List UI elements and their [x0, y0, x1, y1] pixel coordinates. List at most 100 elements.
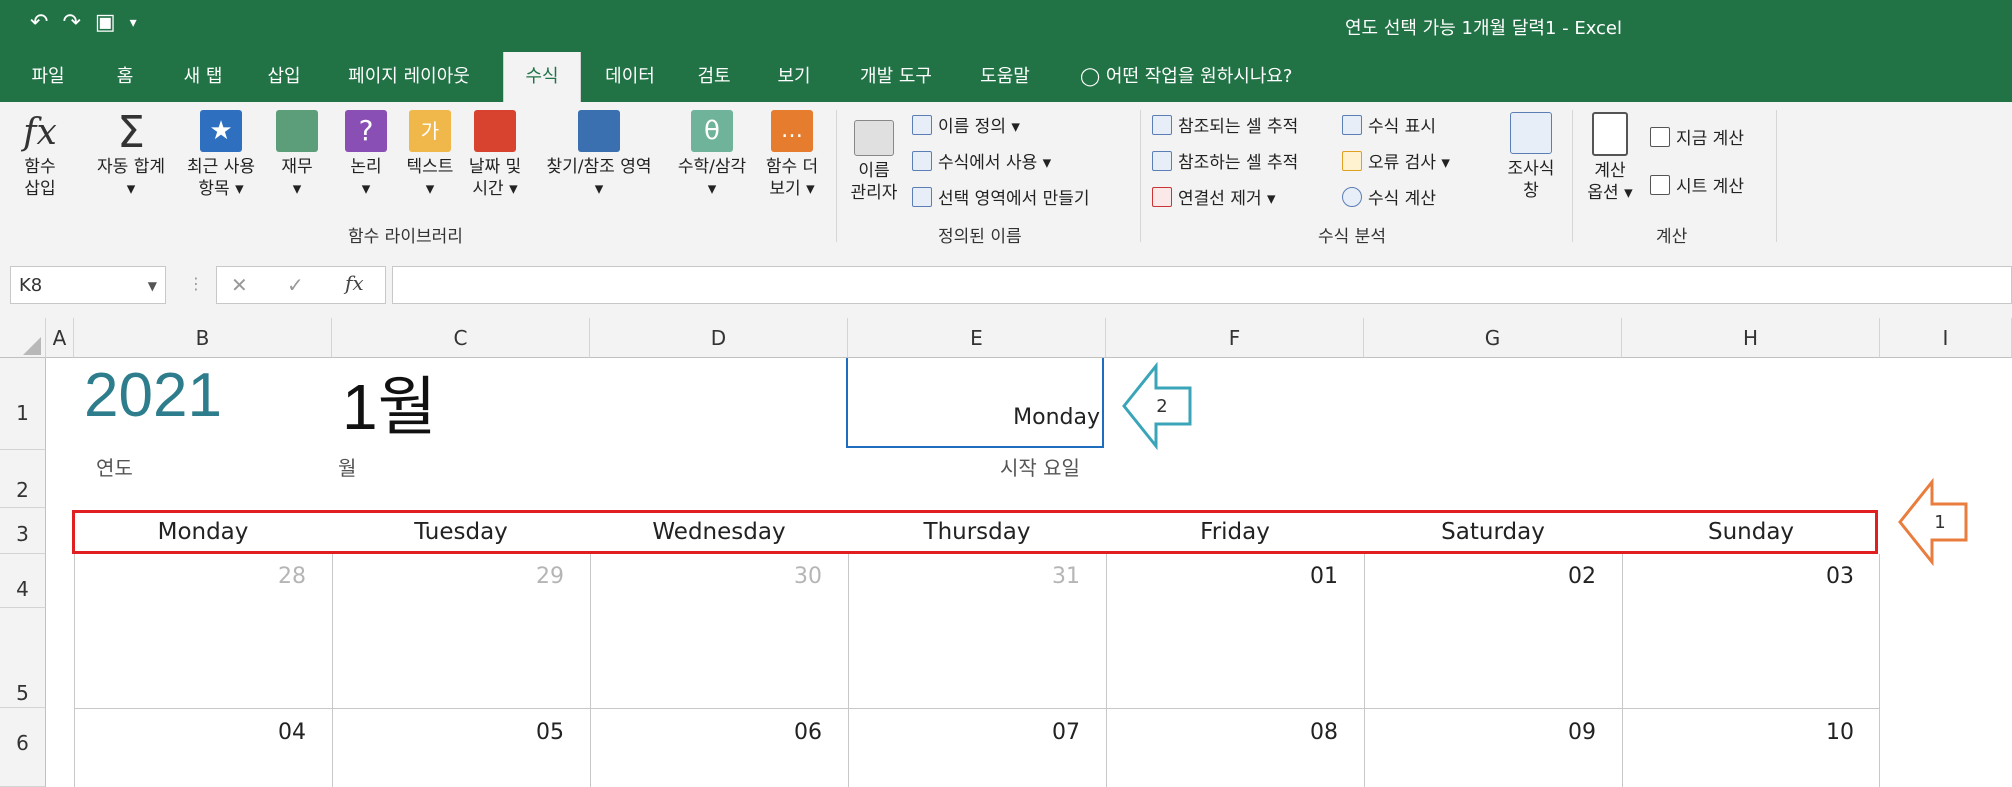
date-cell[interactable]: 09 — [1364, 720, 1596, 745]
tab-page-layout[interactable]: 페이지 레이아웃 — [334, 52, 484, 102]
weekday-thursday[interactable]: Thursday — [848, 510, 1106, 554]
date-cell[interactable]: 01 — [1106, 564, 1338, 589]
create-from-selection-button[interactable]: 선택 영역에서 만들기 — [912, 184, 1090, 209]
date-cell-prev[interactable]: 28 — [74, 564, 306, 589]
use-in-formula-button[interactable]: 수식에서 사용 ▾ — [912, 148, 1051, 173]
tell-me-search[interactable]: ◯ 어떤 작업을 원하시나요? — [1080, 52, 1350, 102]
calculation-options-button[interactable]: 계산 옵션 ▾ — [1580, 112, 1640, 204]
weekday-saturday[interactable]: Saturday — [1364, 510, 1622, 554]
select-all-triangle-icon — [23, 337, 41, 355]
tab-insert[interactable]: 삽입 — [254, 52, 314, 102]
customize-qat-icon[interactable]: ▾ — [130, 15, 137, 31]
trace-precedents-button[interactable]: 참조되는 셀 추적 — [1152, 112, 1298, 137]
weekday-wednesday[interactable]: Wednesday — [590, 510, 848, 554]
date-cell[interactable]: 08 — [1106, 720, 1338, 745]
tab-help[interactable]: 도움말 — [970, 52, 1040, 102]
logical-button[interactable]: ? 논리 ▾ — [338, 110, 394, 200]
evaluate-formula-button[interactable]: 수식 계산 — [1342, 184, 1436, 209]
text-button[interactable]: 가 텍스트 ▾ — [398, 110, 462, 200]
row-header-4[interactable]: 4 — [0, 554, 46, 608]
cancel-icon[interactable]: ✕ — [231, 273, 248, 297]
column-header-f[interactable]: F — [1106, 318, 1364, 358]
weekday-tuesday[interactable]: Tuesday — [332, 510, 590, 554]
tab-data[interactable]: 데이터 — [594, 52, 666, 102]
start-day-label: 시작 요일 — [1000, 456, 1080, 480]
lookup-reference-button[interactable]: 찾기/참조 영역 ▾ — [534, 110, 664, 200]
weekday-friday[interactable]: Friday — [1106, 510, 1364, 554]
row-header-2[interactable]: 2 — [0, 450, 46, 508]
label: 찾기/참조 영역 — [546, 157, 652, 177]
tab-view[interactable]: 보기 — [764, 52, 824, 102]
weekday-monday[interactable]: Monday — [74, 510, 332, 554]
name-manager-button[interactable]: 이름 관리자 — [844, 120, 904, 204]
remove-arrows-button[interactable]: 연결선 제거 ▾ — [1152, 184, 1276, 209]
show-formulas-button[interactable]: 수식 표시 — [1342, 112, 1436, 137]
error-checking-button[interactable]: 오류 검사 ▾ — [1342, 148, 1450, 173]
label: 관리자 — [850, 183, 898, 203]
more-functions-button[interactable]: … 함수 더 보기 ▾ — [756, 110, 828, 200]
calculate-now-button[interactable]: 지금 계산 — [1650, 124, 1744, 149]
start-day-cell[interactable]: Monday — [846, 358, 1104, 448]
formula-input[interactable] — [392, 266, 2012, 304]
insert-function-button[interactable]: fx 함수 삽입 — [10, 110, 70, 200]
remove-arrows-icon — [1152, 187, 1172, 207]
calculate-sheet-button[interactable]: 시트 계산 — [1650, 172, 1744, 197]
row-header-5[interactable]: 5 — [0, 608, 46, 708]
tab-developer[interactable]: 개발 도구 — [846, 52, 946, 102]
month-cell[interactable]: 1월 — [342, 356, 436, 448]
date-cell[interactable]: 05 — [332, 720, 564, 745]
tab-review[interactable]: 검토 — [684, 52, 744, 102]
callout-arrow-1: 1 — [1898, 478, 1968, 566]
formula-bar: K8 ▼ ⋮ ✕ ✓ fx — [0, 252, 2012, 318]
tab-home[interactable]: 홈 — [100, 52, 150, 102]
column-header-b[interactable]: B — [74, 318, 332, 358]
glasses-icon — [1510, 112, 1552, 154]
define-name-button[interactable]: 이름 정의 ▾ — [912, 112, 1020, 137]
year-cell[interactable]: 2021 — [84, 360, 222, 431]
date-cell[interactable]: 10 — [1622, 720, 1854, 745]
tab-file[interactable]: 파일 — [18, 52, 78, 102]
column-header-c[interactable]: C — [332, 318, 590, 358]
row-header-1[interactable]: 1 — [0, 358, 46, 450]
math-trig-button[interactable]: θ 수학/삼각 ▾ — [664, 110, 760, 200]
column-header-a[interactable]: A — [46, 318, 74, 358]
label: 옵션 ▾ — [1587, 183, 1633, 203]
chevron-down-icon[interactable]: ▼ — [148, 267, 157, 305]
tab-formulas[interactable]: 수식 — [503, 52, 581, 102]
column-header-e[interactable]: E — [848, 318, 1106, 358]
date-cell[interactable]: 03 — [1622, 564, 1854, 589]
date-cell[interactable]: 06 — [590, 720, 822, 745]
date-cell-prev[interactable]: 31 — [848, 564, 1080, 589]
column-header-h[interactable]: H — [1622, 318, 1880, 358]
recently-used-button[interactable]: ★ 최근 사용 항목 ▾ — [178, 110, 264, 200]
trace-dependents-button[interactable]: 참조하는 셀 추적 — [1152, 148, 1298, 173]
tell-me-text: 어떤 작업을 원하시나요? — [1105, 66, 1293, 87]
column-header-i[interactable]: I — [1880, 318, 2012, 358]
weekday-sunday[interactable]: Sunday — [1622, 510, 1880, 554]
column-header-g[interactable]: G — [1364, 318, 1622, 358]
ribbon-separator — [836, 110, 837, 242]
column-header-d[interactable]: D — [590, 318, 848, 358]
date-cell[interactable]: 07 — [848, 720, 1080, 745]
select-all-corner[interactable] — [0, 318, 46, 358]
date-cell-prev[interactable]: 29 — [332, 564, 564, 589]
redo-icon[interactable]: ↷ — [62, 10, 80, 35]
date-cell-prev[interactable]: 30 — [590, 564, 822, 589]
autosum-button[interactable]: Σ 자동 합계 ▾ — [88, 110, 174, 200]
date-time-button[interactable]: 날짜 및 시간 ▾ — [462, 110, 528, 200]
watch-window-button[interactable]: 조사식 창 — [1496, 112, 1566, 202]
date-cell[interactable]: 02 — [1364, 564, 1596, 589]
tab-new[interactable]: 새 탭 — [168, 52, 238, 102]
save-icon[interactable]: ▣ — [95, 10, 116, 35]
insert-function-icon[interactable]: fx — [345, 271, 364, 295]
label: 오류 검사 ▾ — [1368, 153, 1450, 173]
label: 창 — [1523, 181, 1539, 201]
undo-icon[interactable]: ↶ — [30, 10, 48, 35]
name-box[interactable]: K8 ▼ — [10, 266, 166, 304]
calendar-book-icon — [474, 110, 516, 152]
date-cell[interactable]: 04 — [74, 720, 306, 745]
enter-icon[interactable]: ✓ — [287, 273, 304, 297]
financial-button[interactable]: 재무 ▾ — [272, 110, 322, 200]
row-header-3[interactable]: 3 — [0, 508, 46, 554]
row-header-6[interactable]: 6 — [0, 708, 46, 787]
